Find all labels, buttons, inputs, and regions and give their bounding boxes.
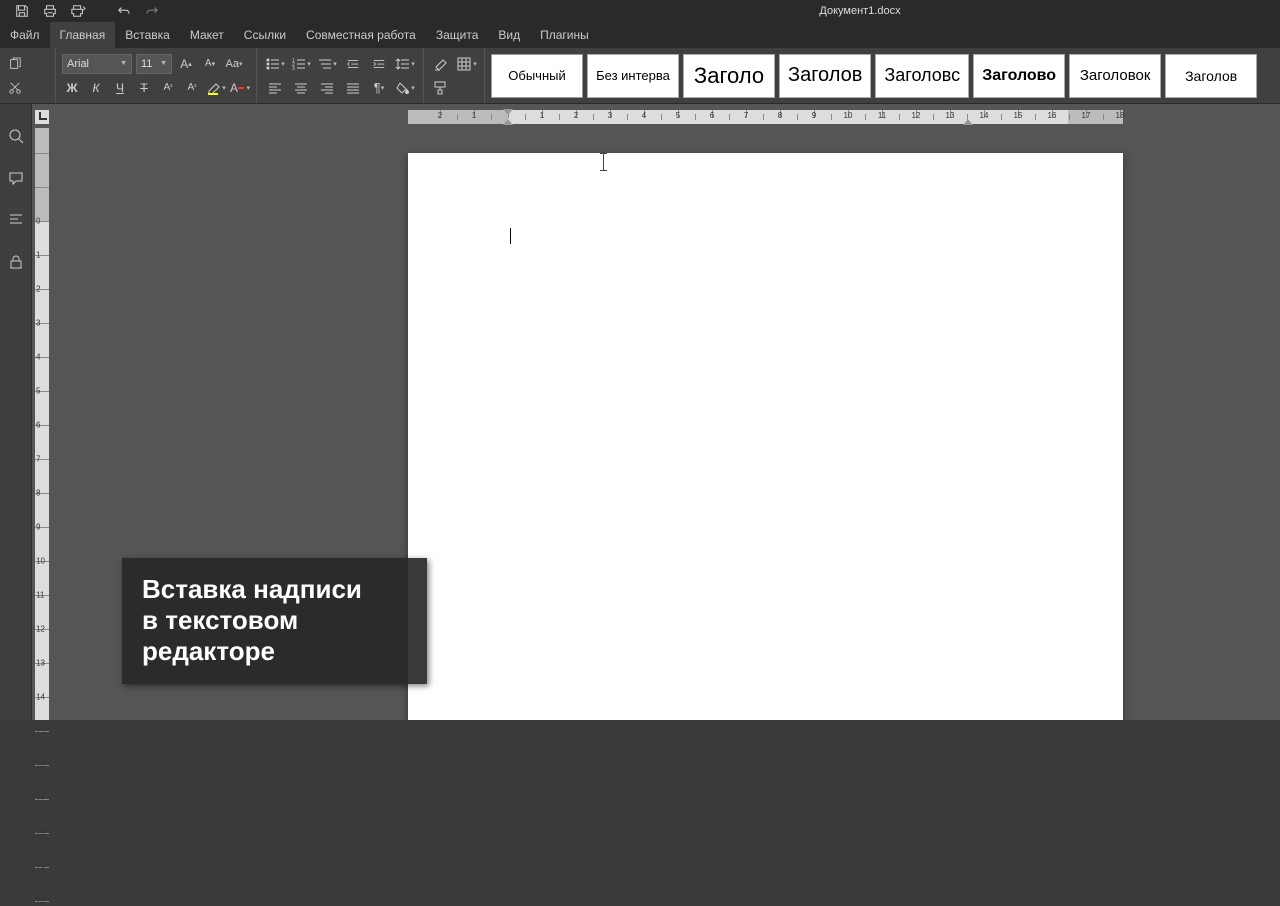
subscript-icon[interactable]: A² [182,78,202,98]
mouse-ibeam-icon [603,153,604,171]
style-box-0[interactable]: Обычный [491,54,583,98]
caption-line2: в текстовом [142,605,407,636]
menu-tab-6[interactable]: Защита [426,22,489,48]
copy-icon[interactable] [4,54,26,74]
paragraph-mark-icon[interactable]: ¶▾ [367,78,391,98]
font-size-value: 11 [141,58,152,70]
font-name-select[interactable]: Arial▼ [62,54,132,74]
shrink-font-icon[interactable]: A▾ [200,54,220,74]
font-color-icon[interactable]: A▾ [230,78,250,98]
menu-tab-1[interactable]: Главная [50,22,116,48]
style-box-1[interactable]: Без интерва [587,54,679,98]
svg-text:3: 3 [292,66,295,71]
menu-tab-4[interactable]: Ссылки [234,22,296,48]
number-list-icon[interactable]: 123▾ [289,54,313,74]
style-label: Обычный [508,68,565,83]
overlay-caption: Вставка надписи в текстовом редакторе [122,558,427,684]
text-cursor [510,228,511,244]
document-title: Документ1.docx [819,5,900,17]
superscript-icon[interactable]: A² [158,78,178,98]
styles-gallery: Обычный Без интерва Заголо Заголов Заголовс З… [485,48,1257,103]
menu-tab-7[interactable]: Вид [488,22,530,48]
style-label: Заголовок [1080,67,1151,84]
save-icon[interactable] [8,1,36,21]
vertical-ruler[interactable]: 01234567891011121314151617181920 [35,128,49,720]
underline-icon[interactable]: Ч [110,78,130,98]
style-box-6[interactable]: Заголовок [1069,54,1161,98]
quick-print-icon[interactable] [64,1,92,21]
headings-icon[interactable] [4,208,28,232]
style-box-7[interactable]: Заголов [1165,54,1257,98]
align-left-icon[interactable] [263,78,287,98]
multilevel-list-icon[interactable]: ▾ [315,54,339,74]
format-painter-icon[interactable] [430,78,452,98]
style-label: Заголово [982,67,1056,85]
align-justify-icon[interactable] [341,78,365,98]
style-box-4[interactable]: Заголовс [875,54,969,98]
lock-icon[interactable] [4,250,28,274]
print-icon[interactable] [36,1,64,21]
undo-icon[interactable] [110,1,138,21]
style-box-3[interactable]: Заголов [779,54,871,98]
ruler-corner[interactable] [35,110,49,124]
strikethrough-icon[interactable]: Т [134,78,154,98]
bullet-list-icon[interactable]: ▾ [263,54,287,74]
style-label: Заголов [1185,68,1237,84]
style-box-5[interactable]: Заголово [973,54,1065,98]
style-box-2[interactable]: Заголо [683,54,775,98]
horizontal-ruler[interactable]: 21123456789101112131415161718 [408,110,1123,124]
italic-icon[interactable]: К [86,78,106,98]
line-spacing-icon[interactable]: ▾ [393,54,417,74]
font-size-select[interactable]: 11▼ [136,54,172,74]
highlight-icon[interactable]: ▾ [206,78,226,98]
indent-decrease-icon[interactable] [341,54,365,74]
clear-format-icon[interactable] [430,54,452,74]
menu-tab-5[interactable]: Совместная работа [296,22,426,48]
menu-tab-8[interactable]: Плагины [530,22,599,48]
bold-icon[interactable]: Ж [62,78,82,98]
align-right-icon[interactable] [315,78,339,98]
style-label: Заголо [694,63,764,89]
caption-line1: Вставка надписи [142,574,407,605]
redo-icon[interactable] [138,1,166,21]
menu-tab-3[interactable]: Макет [180,22,234,48]
comments-icon[interactable] [4,166,28,190]
caption-line3: редакторе [142,636,407,667]
indent-increase-icon[interactable] [367,54,391,74]
document-page[interactable] [408,153,1123,720]
cut-icon[interactable] [4,78,26,98]
font-name-value: Arial [67,58,89,70]
change-case-icon[interactable]: Aa▾ [224,54,244,74]
align-center-icon[interactable] [289,78,313,98]
menu-bar: ФайлГлавнаяВставкаМакетСсылкиСовместная … [0,22,1280,48]
style-label: Без интерва [596,68,670,83]
search-icon[interactable] [4,124,28,148]
style-label: Заголов [788,64,862,87]
grow-font-icon[interactable]: A▴ [176,54,196,74]
insert-table-icon[interactable]: ▾ [456,54,478,74]
menu-tab-0[interactable]: Файл [0,22,50,48]
style-label: Заголовс [884,65,960,86]
shading-icon[interactable]: ▾ [393,78,417,98]
menu-tab-2[interactable]: Вставка [115,22,180,48]
